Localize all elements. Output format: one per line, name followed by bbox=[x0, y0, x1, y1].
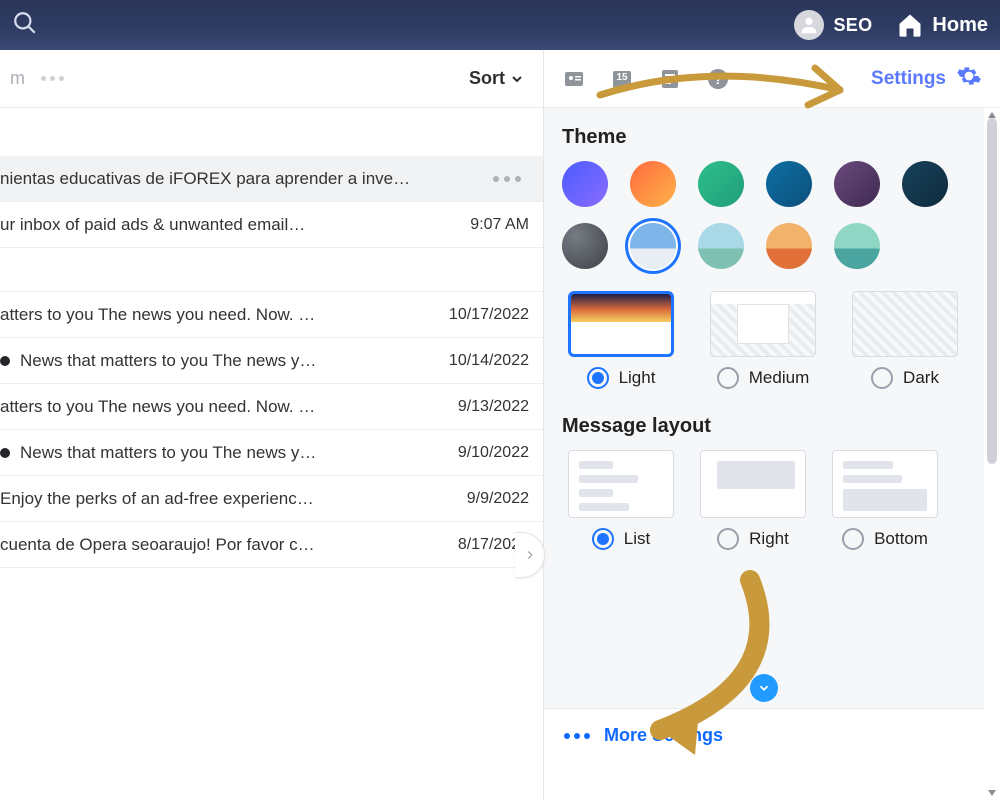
email-subject: Enjoy the perks of an ad-free experienc… bbox=[0, 489, 467, 509]
density-label: Medium bbox=[749, 368, 809, 388]
email-time: 9/9/2022 bbox=[467, 490, 529, 508]
theme-swatches-row2 bbox=[562, 223, 970, 269]
email-row[interactable]: atters to you The news you need. Now. …1… bbox=[0, 292, 543, 338]
theme-heading: Theme bbox=[562, 126, 970, 149]
email-subject: cuenta de Opera seoaraujo! Por favor c… bbox=[0, 535, 458, 555]
email-subject: nientas educativas de iFOREX para aprend… bbox=[0, 169, 493, 189]
density-option-dark[interactable]: Dark bbox=[852, 291, 958, 389]
radio-icon bbox=[717, 367, 739, 389]
density-label: Light bbox=[619, 368, 656, 388]
theme-swatch-midnight[interactable] bbox=[902, 161, 948, 207]
email-subject: News that matters to you The news y… bbox=[0, 351, 449, 371]
calendar-day: 15 bbox=[610, 72, 634, 83]
search-icon[interactable] bbox=[12, 10, 38, 41]
more-icon[interactable] bbox=[41, 76, 64, 81]
email-subject: atters to you The news you need. Now. … bbox=[0, 397, 458, 417]
email-row[interactable]: atters to you The news you need. Now. …9… bbox=[0, 384, 543, 430]
list-header: m Sort bbox=[0, 50, 543, 108]
theme-swatch-teal[interactable] bbox=[766, 161, 812, 207]
panel-toolbar: 15 ? Settings bbox=[544, 50, 1000, 108]
radio-icon bbox=[587, 367, 609, 389]
layout-label: Right bbox=[749, 529, 789, 549]
layout-label: Bottom bbox=[874, 529, 928, 549]
radio-icon bbox=[717, 528, 739, 550]
more-icon bbox=[564, 733, 590, 739]
settings-link[interactable]: Settings bbox=[871, 63, 982, 95]
gear-icon bbox=[956, 63, 982, 95]
density-label: Dark bbox=[903, 368, 939, 388]
calendar-icon[interactable]: 15 bbox=[610, 67, 634, 91]
layout-heading: Message layout bbox=[562, 415, 970, 438]
email-row[interactable]: ur inbox of paid ads & unwanted email…9:… bbox=[0, 202, 543, 248]
radio-icon bbox=[592, 528, 614, 550]
settings-panel: 15 ? Settings Theme Light Medium Dark Mess… bbox=[544, 50, 1000, 800]
email-row[interactable]: nientas educativas de iFOREX para aprend… bbox=[0, 156, 543, 202]
user-label: SEO bbox=[834, 15, 873, 36]
home-icon bbox=[896, 11, 924, 39]
panel-body: Theme Light Medium Dark Message layout Lis… bbox=[544, 108, 1000, 708]
home-link[interactable]: Home bbox=[896, 11, 988, 39]
chevron-down-icon bbox=[509, 71, 525, 87]
settings-label: Settings bbox=[871, 68, 946, 90]
email-row[interactable]: News that matters to you The news y…9/10… bbox=[0, 430, 543, 476]
email-subject: News that matters to you The news y… bbox=[0, 443, 458, 463]
layout-options: List Right Bottom bbox=[562, 450, 970, 550]
layout-option-bottom[interactable]: Bottom bbox=[832, 450, 938, 550]
contacts-icon[interactable] bbox=[562, 67, 586, 91]
email-subject: ur inbox of paid ads & unwanted email… bbox=[0, 215, 470, 235]
top-nav: SEO Home bbox=[0, 0, 1000, 50]
density-option-light[interactable]: Light bbox=[568, 291, 674, 389]
theme-swatch-desert-photo[interactable] bbox=[766, 223, 812, 269]
avatar[interactable] bbox=[794, 10, 824, 40]
more-settings-link[interactable]: More Settings bbox=[564, 725, 723, 746]
notepad-icon[interactable] bbox=[658, 67, 682, 91]
theme-swatch-plum[interactable] bbox=[834, 161, 880, 207]
layout-option-right[interactable]: Right bbox=[700, 450, 806, 550]
email-list-pane: m Sort nientas educativas de iFOREX para… bbox=[0, 50, 544, 800]
sort-label: Sort bbox=[469, 68, 505, 89]
theme-swatch-graphite[interactable] bbox=[562, 223, 608, 269]
density-options: Light Medium Dark bbox=[562, 291, 970, 389]
theme-swatch-mountain-photo[interactable] bbox=[630, 223, 676, 269]
email-time: 9:07 AM bbox=[470, 216, 529, 234]
density-option-medium[interactable]: Medium bbox=[710, 291, 816, 389]
radio-icon bbox=[842, 528, 864, 550]
theme-swatch-violet[interactable] bbox=[562, 161, 608, 207]
account-glyph[interactable]: m bbox=[10, 68, 25, 89]
more-settings-label: More Settings bbox=[604, 725, 723, 746]
radio-icon bbox=[871, 367, 893, 389]
help-icon[interactable]: ? bbox=[706, 67, 730, 91]
email-time: 9/10/2022 bbox=[458, 444, 529, 462]
email-time: 9/13/2022 bbox=[458, 398, 529, 416]
email-list[interactable]: nientas educativas de iFOREX para aprend… bbox=[0, 108, 543, 568]
email-row[interactable]: cuenta de Opera seoaraujo! Por favor c…8… bbox=[0, 522, 543, 568]
row-more-icon[interactable] bbox=[493, 176, 521, 182]
home-label: Home bbox=[932, 14, 988, 37]
scrollbar[interactable] bbox=[984, 108, 1000, 800]
expand-button[interactable] bbox=[750, 674, 778, 702]
email-subject: atters to you The news you need. Now. … bbox=[0, 305, 449, 325]
theme-swatch-car-photo[interactable] bbox=[698, 223, 744, 269]
email-row[interactable]: News that matters to you The news y…10/1… bbox=[0, 338, 543, 384]
theme-swatch-emerald[interactable] bbox=[698, 161, 744, 207]
email-row[interactable]: Enjoy the perks of an ad-free experienc…… bbox=[0, 476, 543, 522]
email-time: 10/14/2022 bbox=[449, 352, 529, 370]
svg-text:?: ? bbox=[714, 72, 722, 87]
sort-button[interactable]: Sort bbox=[469, 68, 525, 89]
theme-swatch-island-photo[interactable] bbox=[834, 223, 880, 269]
panel-footer: More Settings bbox=[544, 708, 1000, 800]
theme-swatch-sunset[interactable] bbox=[630, 161, 676, 207]
email-time: 10/17/2022 bbox=[449, 306, 529, 324]
layout-option-list[interactable]: List bbox=[568, 450, 674, 550]
layout-label: List bbox=[624, 529, 650, 549]
theme-swatches-row1 bbox=[562, 161, 970, 207]
